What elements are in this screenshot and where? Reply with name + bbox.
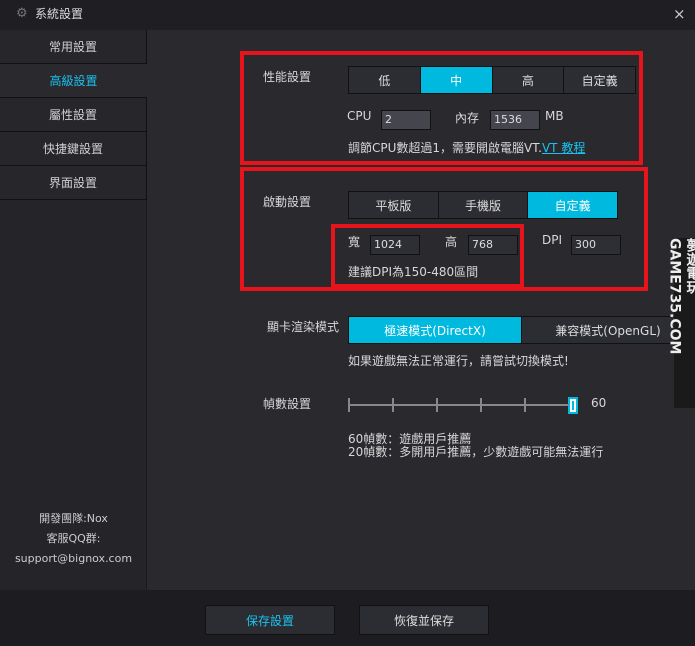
gear-icon: ⚙ xyxy=(16,6,28,21)
fps-value: 60 xyxy=(591,396,607,410)
performance-label: 性能設置 xyxy=(263,70,312,84)
vt-tutorial-link[interactable]: VT 教程 xyxy=(542,141,585,155)
performance-low[interactable]: 低 xyxy=(349,67,421,93)
dpi-hint: 建議DPI為150-480區間 xyxy=(348,265,479,279)
startup-custom[interactable]: 自定義 xyxy=(528,192,618,218)
sidebar-item-properties[interactable]: 屬性設置 xyxy=(0,98,147,132)
height-input[interactable]: 768 xyxy=(468,235,518,255)
dev-team: 開發團隊:Nox xyxy=(39,512,108,525)
performance-selector: 低 中 高 自定義 xyxy=(348,66,636,94)
title-bar: ⚙ 系統設置 × xyxy=(0,0,695,30)
vt-hint: 調節CPU數超過1，需要開啟電腦VT.VT 教程 xyxy=(348,139,585,156)
save-button[interactable]: 保存設置 xyxy=(205,605,335,635)
sidebar: 常用設置 高級設置 屬性設置 快捷鍵設置 界面設置 開發團隊:Nox 客服QQ群… xyxy=(0,30,147,590)
render-hint: 如果遊戲無法正常運行，請嘗試切換模式! xyxy=(348,354,569,368)
render-directx[interactable]: 極速模式(DirectX) xyxy=(349,317,522,343)
startup-label: 啟動設置 xyxy=(263,195,312,209)
dpi-label: DPI xyxy=(542,233,563,247)
width-label: 寬 xyxy=(348,235,361,249)
performance-custom[interactable]: 自定義 xyxy=(564,67,635,93)
sidebar-item-advanced[interactable]: 高級設置 xyxy=(0,64,147,98)
render-selector: 極速模式(DirectX) 兼容模式(OpenGL) xyxy=(348,316,695,344)
width-input[interactable]: 1024 xyxy=(370,235,420,255)
memory-unit: MB xyxy=(545,109,564,123)
bottom-bar xyxy=(0,590,695,646)
performance-medium[interactable]: 中 xyxy=(420,67,493,93)
sidebar-item-shortcuts[interactable]: 快捷鍵設置 xyxy=(0,132,147,166)
cpu-label: CPU xyxy=(347,109,372,123)
restore-save-button[interactable]: 恢復並保存 xyxy=(359,605,489,635)
fps-hint-20: 20幀數：多開用戶推薦，少數遊戲可能無法運行 xyxy=(348,445,604,459)
startup-selector: 平板版 手機版 自定義 xyxy=(348,191,618,219)
fps-tick xyxy=(436,398,438,412)
render-label: 顯卡渲染模式 xyxy=(267,320,340,334)
vt-hint-text: 調節CPU數超過1，需要開啟電腦VT. xyxy=(348,141,542,155)
sidebar-item-interface[interactable]: 界面設置 xyxy=(0,166,147,200)
close-icon[interactable]: × xyxy=(673,5,686,23)
memory-label: 內存 xyxy=(455,111,480,125)
memory-input[interactable]: 1536 xyxy=(490,110,540,130)
startup-phone[interactable]: 手機版 xyxy=(439,192,529,218)
fps-slider-handle[interactable] xyxy=(568,397,578,414)
cpu-input[interactable]: 2 xyxy=(381,110,431,130)
support-email: support@bignox.com xyxy=(14,552,133,565)
window-title: 系統設置 xyxy=(35,7,84,21)
fps-label: 幀數設置 xyxy=(263,397,312,411)
watermark: 夢遊電玩 GAME735.COM xyxy=(667,238,695,408)
sidebar-item-common[interactable]: 常用設置 xyxy=(0,30,147,64)
fps-tick xyxy=(480,398,482,412)
fps-tick xyxy=(524,398,526,412)
performance-high[interactable]: 高 xyxy=(493,67,565,93)
fps-slider-track[interactable] xyxy=(348,404,573,406)
height-label: 高 xyxy=(445,235,458,249)
dpi-input[interactable]: 300 xyxy=(571,235,621,255)
sidebar-footer: 開發團隊:Nox 客服QQ群: support@bignox.com xyxy=(0,509,147,569)
fps-tick xyxy=(348,398,350,412)
qq-group: 客服QQ群: xyxy=(46,532,101,545)
startup-tablet[interactable]: 平板版 xyxy=(349,192,439,218)
fps-tick xyxy=(392,398,394,412)
